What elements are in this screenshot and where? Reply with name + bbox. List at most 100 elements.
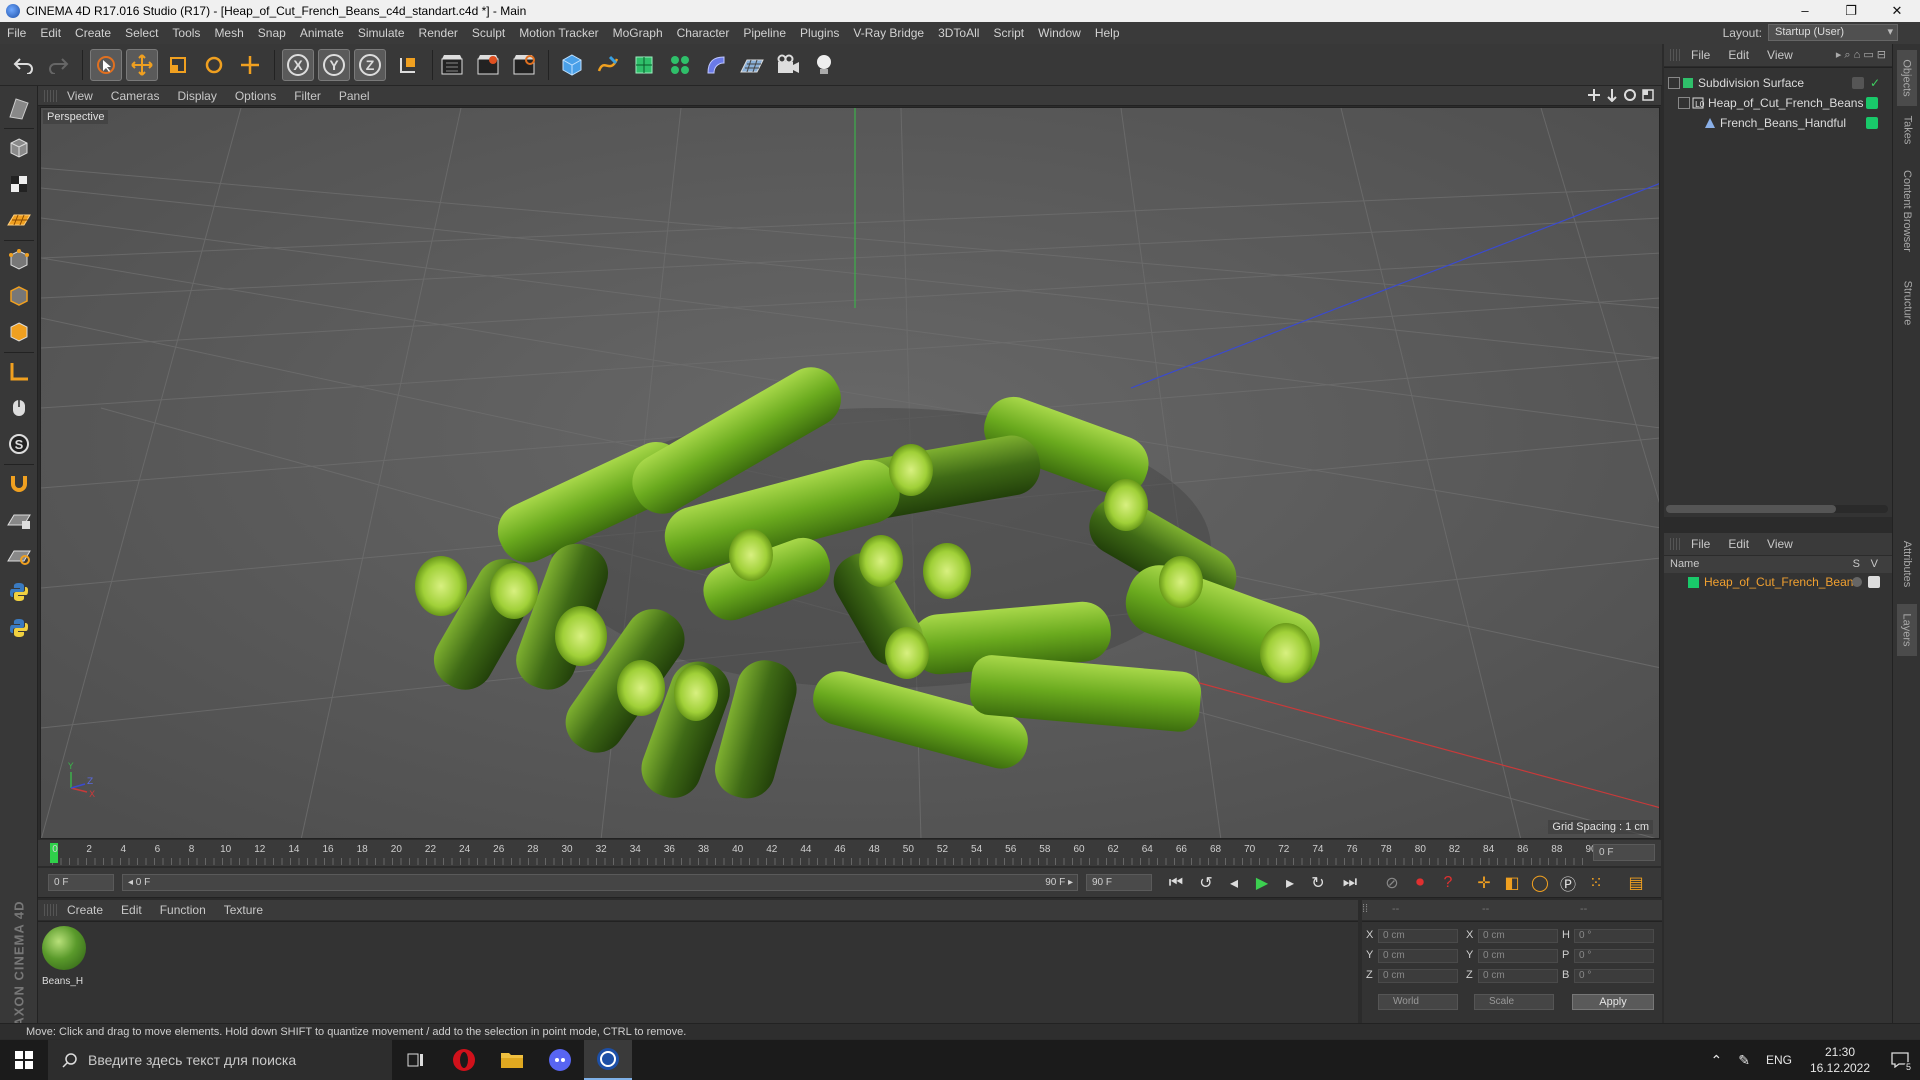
notification-center-icon[interactable]: 5 <box>1880 1040 1920 1080</box>
preview-range-slider[interactable]: ◂ 0 F 90 F ▸ <box>122 874 1078 891</box>
menu-pipeline[interactable]: Pipeline <box>736 26 793 40</box>
object-row[interactable]: French_Beans_Handful <box>1664 114 1892 133</box>
menu-simulate[interactable]: Simulate <box>351 26 412 40</box>
layer-color-tag[interactable] <box>1866 117 1878 129</box>
object-row[interactable]: L0 Heap_of_Cut_French_Beans <box>1664 94 1892 113</box>
render-picture-viewer-icon[interactable] <box>472 49 504 81</box>
redo-icon[interactable] <box>42 49 74 81</box>
show-hidden-icons-icon[interactable]: ⌃ <box>1703 1052 1731 1069</box>
material-menu-edit[interactable]: Edit <box>112 903 151 917</box>
object-manager-tools[interactable]: ▸ ⌕ ⌂ ▭ ⊟ <box>1836 48 1886 62</box>
parameter-key-icon[interactable]: Ⓟ <box>1556 871 1580 895</box>
coord-pos-y-field[interactable]: 0 cm <box>1378 949 1458 963</box>
max-frame-field[interactable]: 90 F <box>1086 874 1152 891</box>
layer-menu-view[interactable]: View <box>1758 537 1802 551</box>
menu-plugins[interactable]: Plugins <box>793 26 846 40</box>
z-axis-lock-icon[interactable]: Z <box>354 49 386 81</box>
points-mode-icon[interactable] <box>3 244 35 276</box>
layout-dropdown[interactable]: Startup (User) <box>1768 24 1898 41</box>
grid-snap-icon[interactable] <box>3 540 35 572</box>
record-active-objects-icon[interactable]: ⊘ <box>1380 871 1404 895</box>
axis-mode-icon[interactable] <box>3 356 35 388</box>
menu-character[interactable]: Character <box>670 26 737 40</box>
menu-render[interactable]: Render <box>412 26 465 40</box>
keyframe-selection-icon[interactable]: ? <box>1436 871 1460 895</box>
apply-button[interactable]: Apply <box>1572 994 1654 1010</box>
start-button[interactable] <box>0 1040 48 1080</box>
y-axis-lock-icon[interactable]: Y <box>318 49 350 81</box>
min-frame-field[interactable]: 0 F <box>48 874 114 891</box>
layer-col-solo[interactable]: S <box>1853 558 1860 570</box>
viewport-rotate-icon[interactable] <box>1623 88 1637 102</box>
snap-icon[interactable]: S <box>3 428 35 460</box>
viewport-pan-icon[interactable] <box>1587 88 1601 102</box>
menu-sculpt[interactable]: Sculpt <box>465 26 512 40</box>
taskbar-clock[interactable]: 21:30 16.12.2022 <box>1800 1044 1880 1076</box>
collapse-toggle-icon[interactable] <box>1668 77 1680 89</box>
tweak-mode-icon[interactable] <box>3 392 35 424</box>
menu-animate[interactable]: Animate <box>293 26 351 40</box>
coord-size-y-field[interactable]: 0 cm <box>1478 949 1558 963</box>
discord-app-icon[interactable] <box>536 1040 584 1080</box>
tab-takes[interactable]: Takes <box>1897 108 1917 152</box>
python-script-icon[interactable] <box>3 576 35 608</box>
layer-color-tag[interactable] <box>1866 97 1878 109</box>
cube-object-icon[interactable] <box>556 49 588 81</box>
material-menu-function[interactable]: Function <box>151 903 215 917</box>
cloner-icon[interactable] <box>664 49 696 81</box>
menu-create[interactable]: Create <box>68 26 118 40</box>
coord-size-x-field[interactable]: 0 cm <box>1478 929 1558 943</box>
layer-solo-icon[interactable] <box>1852 577 1862 587</box>
tab-attributes[interactable]: Attributes <box>1897 528 1917 600</box>
viewport-zoom-icon[interactable] <box>1605 88 1619 102</box>
timeline-ruler[interactable]: 0 2 4 6 8 10 12 14 16 18 20 22 24 26 28 30 32 34 36 38 40 42 4… <box>38 840 1661 866</box>
object-menu-file[interactable]: File <box>1682 48 1719 62</box>
layer-visible-icon[interactable] <box>1868 576 1880 588</box>
coord-rot-b-field[interactable]: 0 ° <box>1574 969 1654 983</box>
viewport-menu-filter[interactable]: Filter <box>285 89 330 103</box>
viewport-camera-label[interactable]: Perspective <box>43 110 109 124</box>
rotation-key-icon[interactable]: ◯ <box>1528 871 1552 895</box>
menu-script[interactable]: Script <box>986 26 1031 40</box>
object-menu-view[interactable]: View <box>1758 48 1802 62</box>
coord-size-z-field[interactable]: 0 cm <box>1478 969 1558 983</box>
menu-mograph[interactable]: MoGraph <box>606 26 670 40</box>
grid-lock-icon[interactable] <box>3 504 35 536</box>
menu-snap[interactable]: Snap <box>251 26 293 40</box>
point-level-key-icon[interactable]: ⁙ <box>1584 871 1608 895</box>
menu-select[interactable]: Select <box>118 26 165 40</box>
minimize-button[interactable]: – <box>1782 0 1828 22</box>
collapse-toggle-icon[interactable] <box>1678 97 1690 109</box>
coord-rot-p-field[interactable]: 0 ° <box>1574 949 1654 963</box>
coord-space-dropdown[interactable]: World <box>1378 994 1458 1010</box>
panel-grip-icon[interactable] <box>1670 49 1682 61</box>
menu-help[interactable]: Help <box>1088 26 1127 40</box>
enabled-check-icon[interactable]: ✓ <box>1870 76 1880 90</box>
layer-col-visible[interactable]: V <box>1871 558 1878 570</box>
editor-visibility-icon[interactable] <box>1852 77 1864 89</box>
move-tool-icon[interactable] <box>126 49 158 81</box>
workplane-mode-icon[interactable] <box>3 204 35 236</box>
viewport-menu-panel[interactable]: Panel <box>330 89 379 103</box>
coord-rot-h-field[interactable]: 0 ° <box>1574 929 1654 943</box>
tab-layers[interactable]: Layers <box>1897 604 1917 656</box>
scale-tool-icon[interactable] <box>162 49 194 81</box>
pen-input-icon[interactable]: ✎ <box>1730 1052 1758 1069</box>
object-menu-edit[interactable]: Edit <box>1719 48 1758 62</box>
go-to-start-icon[interactable]: ⏮ <box>1164 871 1188 895</box>
previous-keyframe-icon[interactable]: ↺ <box>1194 871 1218 895</box>
object-row[interactable]: Subdivision Surface ✓ <box>1664 74 1892 93</box>
panel-grip-icon[interactable] <box>44 904 58 916</box>
cinema4d-taskbar-icon[interactable] <box>584 1040 632 1080</box>
menu-vray-bridge[interactable]: V-Ray Bridge <box>846 26 931 40</box>
layer-row[interactable]: Heap_of_Cut_French_Beans <box>1664 573 1892 592</box>
light-object-icon[interactable] <box>808 49 840 81</box>
render-settings-icon[interactable] <box>508 49 540 81</box>
camera-object-icon[interactable] <box>772 49 804 81</box>
python-script-2-icon[interactable] <box>3 612 35 644</box>
model-mode-icon[interactable] <box>3 132 35 164</box>
coordinate-system-icon[interactable] <box>392 49 424 81</box>
viewport-menu-cameras[interactable]: Cameras <box>102 89 169 103</box>
coord-size-mode-dropdown[interactable]: Scale <box>1474 994 1554 1010</box>
undo-icon[interactable] <box>8 49 40 81</box>
